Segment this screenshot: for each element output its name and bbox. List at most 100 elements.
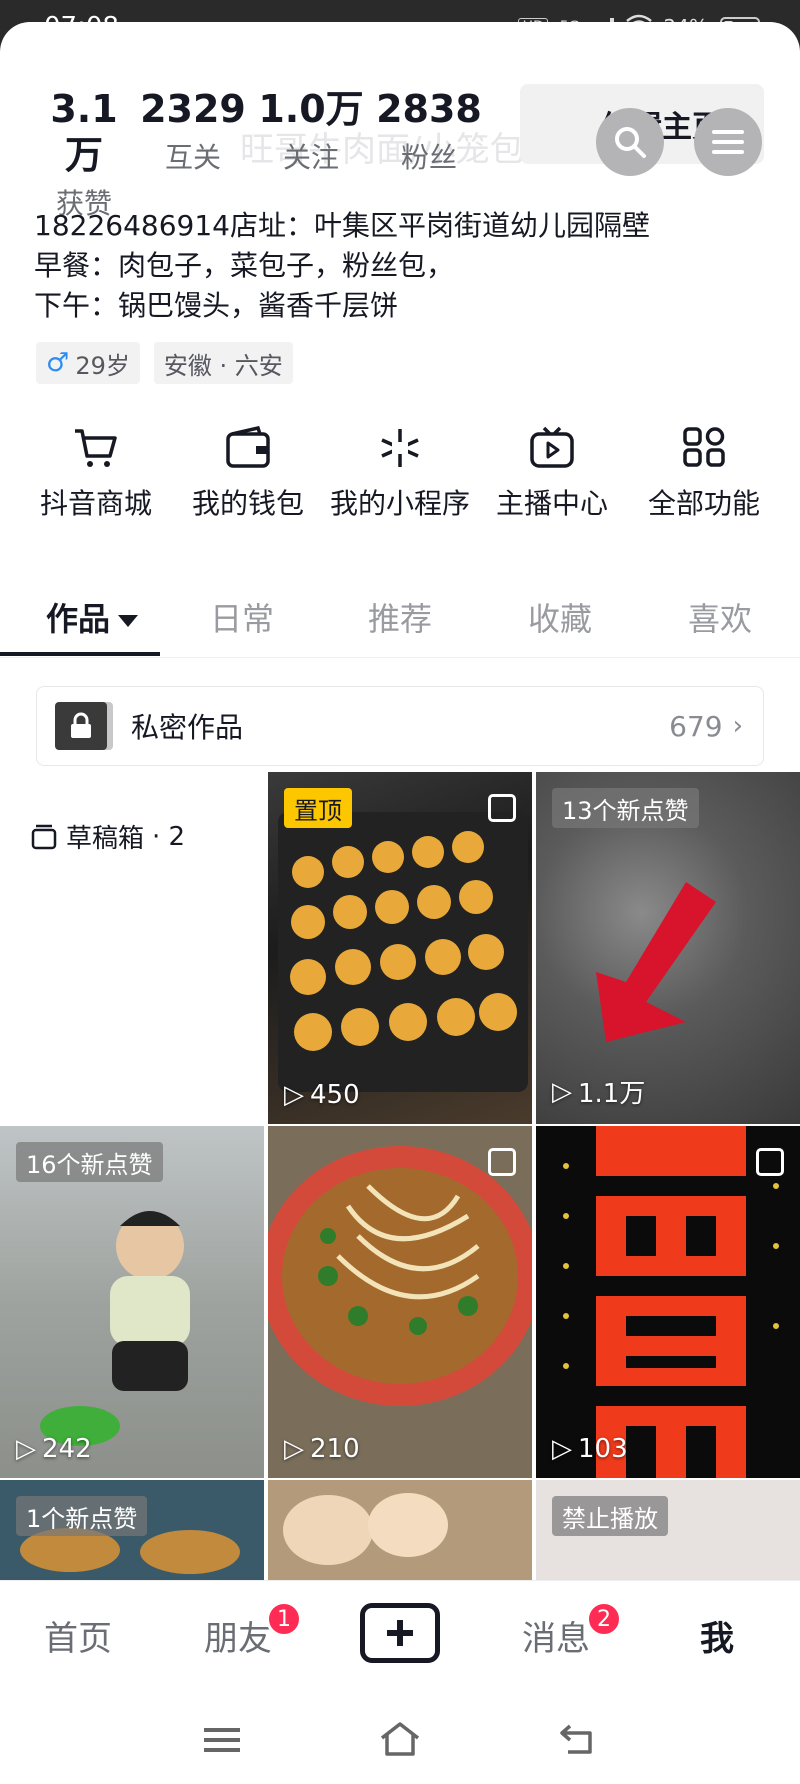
play-icon: ▷: [552, 1076, 572, 1107]
new-likes-badge: 1个新点赞: [16, 1496, 148, 1536]
private-works-label: 私密作品: [131, 711, 244, 744]
bottom-nav: 首页 朋友 1 消息 2 我: [0, 1580, 800, 1690]
play-icon: ▷: [284, 1434, 304, 1464]
led-sign-image: [563, 1126, 779, 1478]
stats-row: 3.1万 获赞 2329 互关 1.0万 关注 2838 粉丝: [34, 86, 488, 222]
back-icon[interactable]: [558, 1722, 598, 1756]
steamed-buns-image: [283, 1493, 448, 1565]
drafts-count: · 2: [152, 821, 186, 852]
stat-label: 粉丝: [400, 141, 457, 174]
male-icon: ♂: [46, 348, 70, 378]
create-button[interactable]: [360, 1603, 440, 1663]
private-works-row[interactable]: 私密作品 679 ›: [36, 686, 764, 766]
function-row: 抖音商城 我的钱包 我的小程序 主播中心 全部功能: [20, 426, 780, 522]
video-thumb[interactable]: ▷ 103: [536, 1126, 800, 1478]
tab-indicator: [0, 652, 160, 656]
stat-number: 2838: [376, 87, 482, 131]
private-works-count: 679: [669, 709, 723, 743]
drafts-box-icon: [31, 824, 57, 849]
play-count: ▷ 242: [16, 1434, 92, 1464]
play-count: ▷ 450: [284, 1080, 360, 1110]
system-nav-bar: [0, 1690, 800, 1784]
play-count: ▷ 210: [284, 1434, 360, 1464]
hamburger-icon: [712, 130, 744, 154]
play-icon: ▷: [552, 1434, 572, 1464]
stat-number: 1.0万: [258, 87, 364, 131]
messages-badge: 2: [586, 1601, 622, 1637]
stat-number: 2329: [140, 87, 246, 131]
grid-icon: [683, 427, 725, 467]
stat-label: 互关: [164, 141, 221, 174]
func-all[interactable]: 全部功能: [628, 426, 780, 522]
func-wallet[interactable]: 我的钱包: [172, 426, 324, 522]
stat-followers[interactable]: 2838 粉丝: [370, 86, 488, 222]
video-thumb[interactable]: ▷ 210: [268, 1126, 532, 1478]
nav-home[interactable]: 首页: [44, 1611, 112, 1660]
select-checkbox[interactable]: [488, 1148, 516, 1176]
tab-daily[interactable]: 日常: [210, 594, 274, 640]
func-label: 抖音商城: [39, 487, 152, 520]
tab-likes[interactable]: 喜欢: [688, 594, 752, 640]
play-icon: ▷: [16, 1434, 36, 1464]
func-mall[interactable]: 抖音商城: [20, 426, 172, 522]
plus-icon: [387, 1620, 413, 1646]
search-button[interactable]: [596, 108, 664, 176]
profile-bio: 18226486914店址：叶集区平岗街道幼儿园隔壁 早餐：肉包子，菜包子，粉丝…: [34, 206, 650, 326]
nav-messages[interactable]: 消息: [522, 1611, 590, 1660]
play-count: ▷ 103: [552, 1434, 628, 1464]
new-likes-badge: 13个新点赞: [552, 788, 699, 828]
stat-following[interactable]: 1.0万 关注: [252, 86, 370, 222]
pinned-badge: 置顶: [284, 788, 352, 828]
select-checkbox[interactable]: [488, 794, 516, 822]
func-label: 我的小程序: [329, 487, 470, 520]
lock-icon: [55, 702, 107, 750]
stat-label: 关注: [282, 141, 339, 174]
chevron-right-icon: ›: [732, 711, 743, 741]
func-streamer[interactable]: 主播中心: [476, 426, 628, 522]
content-tabs: 作品 日常 推荐 收藏 喜欢: [0, 582, 800, 658]
video-thumb[interactable]: 13个新点赞 ▷ 1.1万: [536, 772, 800, 1124]
func-label: 全部功能: [647, 487, 760, 520]
play-icon: ▷: [284, 1080, 304, 1110]
asterisk-icon: [381, 429, 419, 467]
video-thumb[interactable]: 16个新点赞 ▷ 242: [0, 1126, 264, 1478]
profile-tags: ♂ 29岁 安徽 · 六安: [36, 342, 293, 384]
tab-favorites[interactable]: 收藏: [528, 594, 592, 640]
new-likes-badge: 16个新点赞: [16, 1142, 163, 1182]
func-miniprogram[interactable]: 我的小程序: [324, 426, 476, 522]
location-tag: 安徽 · 六安: [153, 342, 293, 384]
tv-play-icon: [530, 426, 574, 468]
drafts-entry[interactable]: 草稿箱 · 2: [30, 818, 185, 855]
wallet-icon: [226, 426, 270, 468]
stat-mutual[interactable]: 2329 互关: [134, 86, 252, 222]
video-thumb[interactable]: 置顶 ▷ 450: [268, 772, 532, 1124]
blocked-badge: 禁止播放: [552, 1496, 668, 1536]
cart-icon: [75, 429, 117, 467]
nav-friends[interactable]: 朋友: [204, 1611, 272, 1660]
bio-line: 早餐：肉包子，菜包子，粉丝包，: [34, 249, 455, 282]
video-thumb[interactable]: 禁止播放: [536, 1480, 800, 1580]
caret-down-icon: [118, 615, 139, 627]
menu-button[interactable]: [694, 108, 762, 176]
func-label: 我的钱包: [191, 487, 304, 520]
drafts-label: 草稿箱: [66, 824, 145, 854]
video-thumb[interactable]: [268, 1480, 532, 1580]
friends-badge: 1: [266, 1601, 302, 1637]
age-text: 29岁: [75, 351, 130, 380]
stat-likes[interactable]: 3.1万 获赞: [34, 86, 134, 222]
age-tag: ♂ 29岁: [36, 342, 140, 384]
tab-recommend[interactable]: 推荐: [368, 594, 432, 640]
bio-line: 下午：锅巴馒头，酱香千层饼: [34, 289, 399, 322]
play-count: ▷ 1.1万: [552, 1076, 646, 1110]
search-icon: [615, 127, 646, 158]
recent-apps-icon[interactable]: [204, 1726, 240, 1754]
video-thumb[interactable]: 1个新点赞: [0, 1480, 264, 1580]
home-icon[interactable]: [378, 1720, 422, 1758]
func-label: 主播中心: [495, 487, 608, 520]
stat-number: 3.1万: [50, 87, 118, 177]
nav-me[interactable]: 我: [700, 1611, 734, 1660]
bio-line: 18226486914店址：叶集区平岗街道幼儿园隔壁: [34, 209, 650, 242]
noodle-bowl-image: [268, 1146, 532, 1406]
select-checkbox[interactable]: [756, 1148, 784, 1176]
tab-works[interactable]: 作品: [46, 594, 139, 640]
